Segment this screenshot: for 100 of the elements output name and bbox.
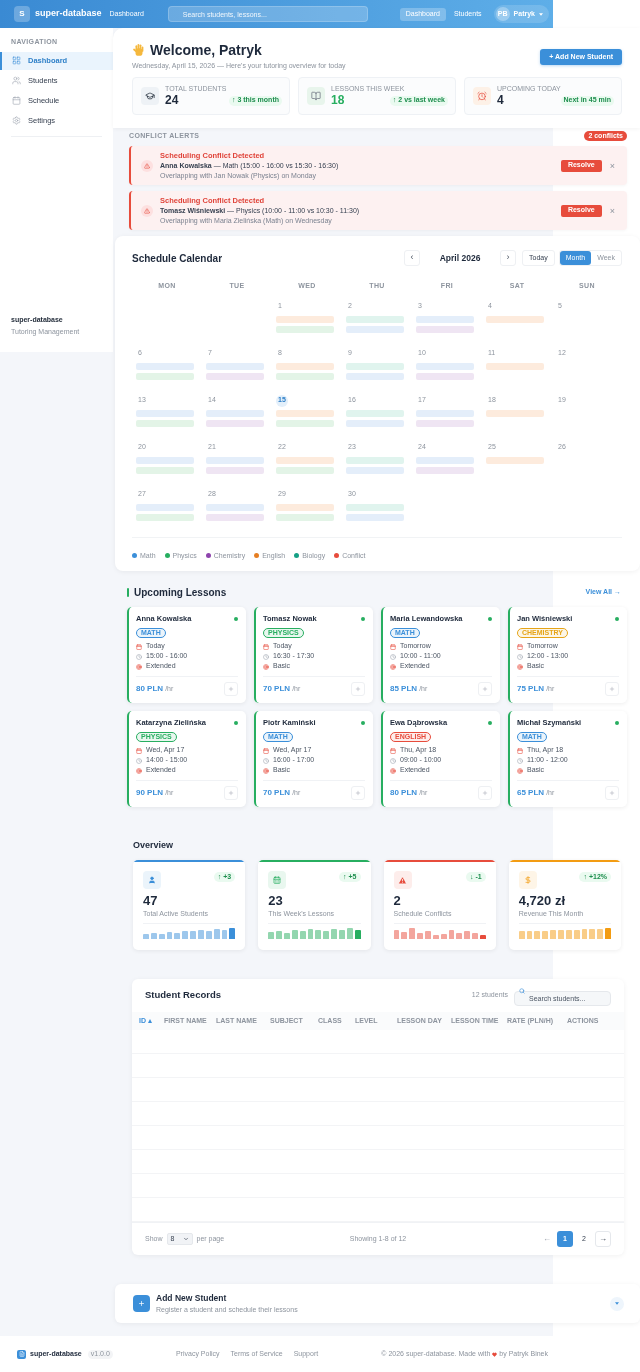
previous-month-button[interactable]: ‹: [404, 250, 421, 266]
calendar-event[interactable]: [276, 456, 334, 464]
calendar-event[interactable]: [416, 315, 474, 323]
calendar-event[interactable]: [416, 409, 474, 417]
calendar-event[interactable]: [276, 372, 334, 380]
lesson-action-button[interactable]: [224, 786, 238, 800]
calendar-event[interactable]: [346, 372, 404, 380]
calendar-event[interactable]: [416, 466, 474, 474]
calendar-event[interactable]: [346, 503, 404, 511]
lesson-price: 70 PLN: [263, 787, 291, 799]
overview-value: 4,720 zł: [518, 893, 566, 909]
expand-toggle[interactable]: [610, 1296, 624, 1311]
calendar-event[interactable]: [276, 419, 334, 427]
calendar-event[interactable]: [136, 456, 194, 464]
calendar-event[interactable]: [276, 513, 334, 521]
lesson-action-button[interactable]: [605, 682, 619, 696]
plus-icon: [133, 1295, 150, 1312]
calendar-icon: [390, 643, 396, 650]
calendar-event[interactable]: [346, 419, 404, 427]
calendar-event[interactable]: [346, 325, 404, 333]
calendar-icon: [12, 96, 21, 105]
calendar-event[interactable]: [136, 409, 194, 417]
dismiss-button[interactable]: ×: [609, 160, 615, 171]
target-icon: [136, 767, 142, 774]
calendar-event[interactable]: [136, 372, 194, 380]
next-page-button[interactable]: →: [595, 1231, 611, 1247]
users-icon: [12, 76, 21, 85]
settings-icon: [12, 116, 21, 125]
graduation-cap-icon: [141, 87, 159, 105]
user-icon: [143, 871, 161, 889]
calendar-event[interactable]: [136, 513, 194, 521]
calendar-event[interactable]: [276, 409, 334, 417]
calendar-icon: [136, 747, 142, 754]
plus-icon: [355, 686, 361, 692]
lesson-price: 80 PLN: [136, 683, 164, 695]
calendar-event[interactable]: [276, 315, 334, 323]
calendar-event[interactable]: [206, 456, 264, 464]
calendar-event[interactable]: [486, 409, 544, 417]
calendar-event[interactable]: [486, 362, 544, 370]
lesson-action-button[interactable]: [351, 786, 365, 800]
calendar-event[interactable]: [346, 315, 404, 323]
next-month-button[interactable]: ›: [500, 250, 517, 266]
clock-icon: [136, 653, 142, 660]
chevron-down-icon: [182, 1236, 189, 1242]
calendar-event[interactable]: [206, 466, 264, 474]
lesson-action-button[interactable]: [605, 786, 619, 800]
lesson-price: 85 PLN: [390, 683, 418, 695]
calendar-event[interactable]: [276, 325, 334, 333]
calendar-event[interactable]: [206, 372, 264, 380]
calendar-icon: [390, 747, 396, 754]
dismiss-button[interactable]: ×: [609, 205, 615, 216]
calendar-event[interactable]: [206, 513, 264, 521]
hand-icon: [132, 43, 146, 57]
calendar-event[interactable]: [276, 466, 334, 474]
lesson-action-button[interactable]: [224, 682, 238, 696]
plus-icon: [482, 686, 488, 692]
calendar-event[interactable]: [416, 325, 474, 333]
calendar-event[interactable]: [346, 466, 404, 474]
clock-icon: [517, 757, 523, 764]
plus-icon: [228, 790, 234, 796]
calendar-event[interactable]: [136, 419, 194, 427]
calendar-event[interactable]: [416, 372, 474, 380]
calendar-event[interactable]: [486, 315, 544, 323]
lesson-action-button[interactable]: [351, 682, 365, 696]
calendar-event[interactable]: [136, 466, 194, 474]
calendar-event[interactable]: [486, 456, 544, 464]
calendar-event[interactable]: [416, 456, 474, 464]
lesson-price: 65 PLN: [517, 787, 545, 799]
calendar-event[interactable]: [416, 362, 474, 370]
calendar-event[interactable]: [276, 503, 334, 511]
stat-value: 18: [331, 93, 345, 108]
stat-value: 4: [497, 93, 504, 108]
clock-icon: [136, 757, 142, 764]
calendar-event[interactable]: [416, 419, 474, 427]
calendar-event[interactable]: [206, 362, 264, 370]
calendar-event[interactable]: [346, 456, 404, 464]
calendar-event[interactable]: [346, 362, 404, 370]
calendar-event[interactable]: [136, 503, 194, 511]
month-label: April 2026: [438, 251, 482, 265]
lesson-action-button[interactable]: [478, 682, 492, 696]
lesson-action-button[interactable]: [478, 786, 492, 800]
overview-value: 47: [143, 893, 159, 909]
calendar-event[interactable]: [276, 362, 334, 370]
clock-icon: [390, 653, 396, 660]
calendar-icon: [136, 643, 142, 650]
calendar-event[interactable]: [346, 513, 404, 521]
target-icon: [390, 767, 396, 774]
section-title: Schedule Calendar: [132, 251, 223, 266]
calendar-event[interactable]: [346, 409, 404, 417]
calendar-event[interactable]: [206, 419, 264, 427]
calendar-event[interactable]: [206, 503, 264, 511]
calendar-icon: [263, 747, 269, 754]
calendar-icon: [263, 643, 269, 650]
calendar-icon: [268, 871, 287, 889]
lesson-price: 75 PLN: [517, 683, 545, 695]
target-icon: [263, 767, 269, 774]
panel-title: Add New Student: [156, 1291, 228, 1305]
calendar-event[interactable]: [206, 409, 264, 417]
logo-mark: S: [14, 6, 30, 22]
calendar-event[interactable]: [136, 362, 194, 370]
